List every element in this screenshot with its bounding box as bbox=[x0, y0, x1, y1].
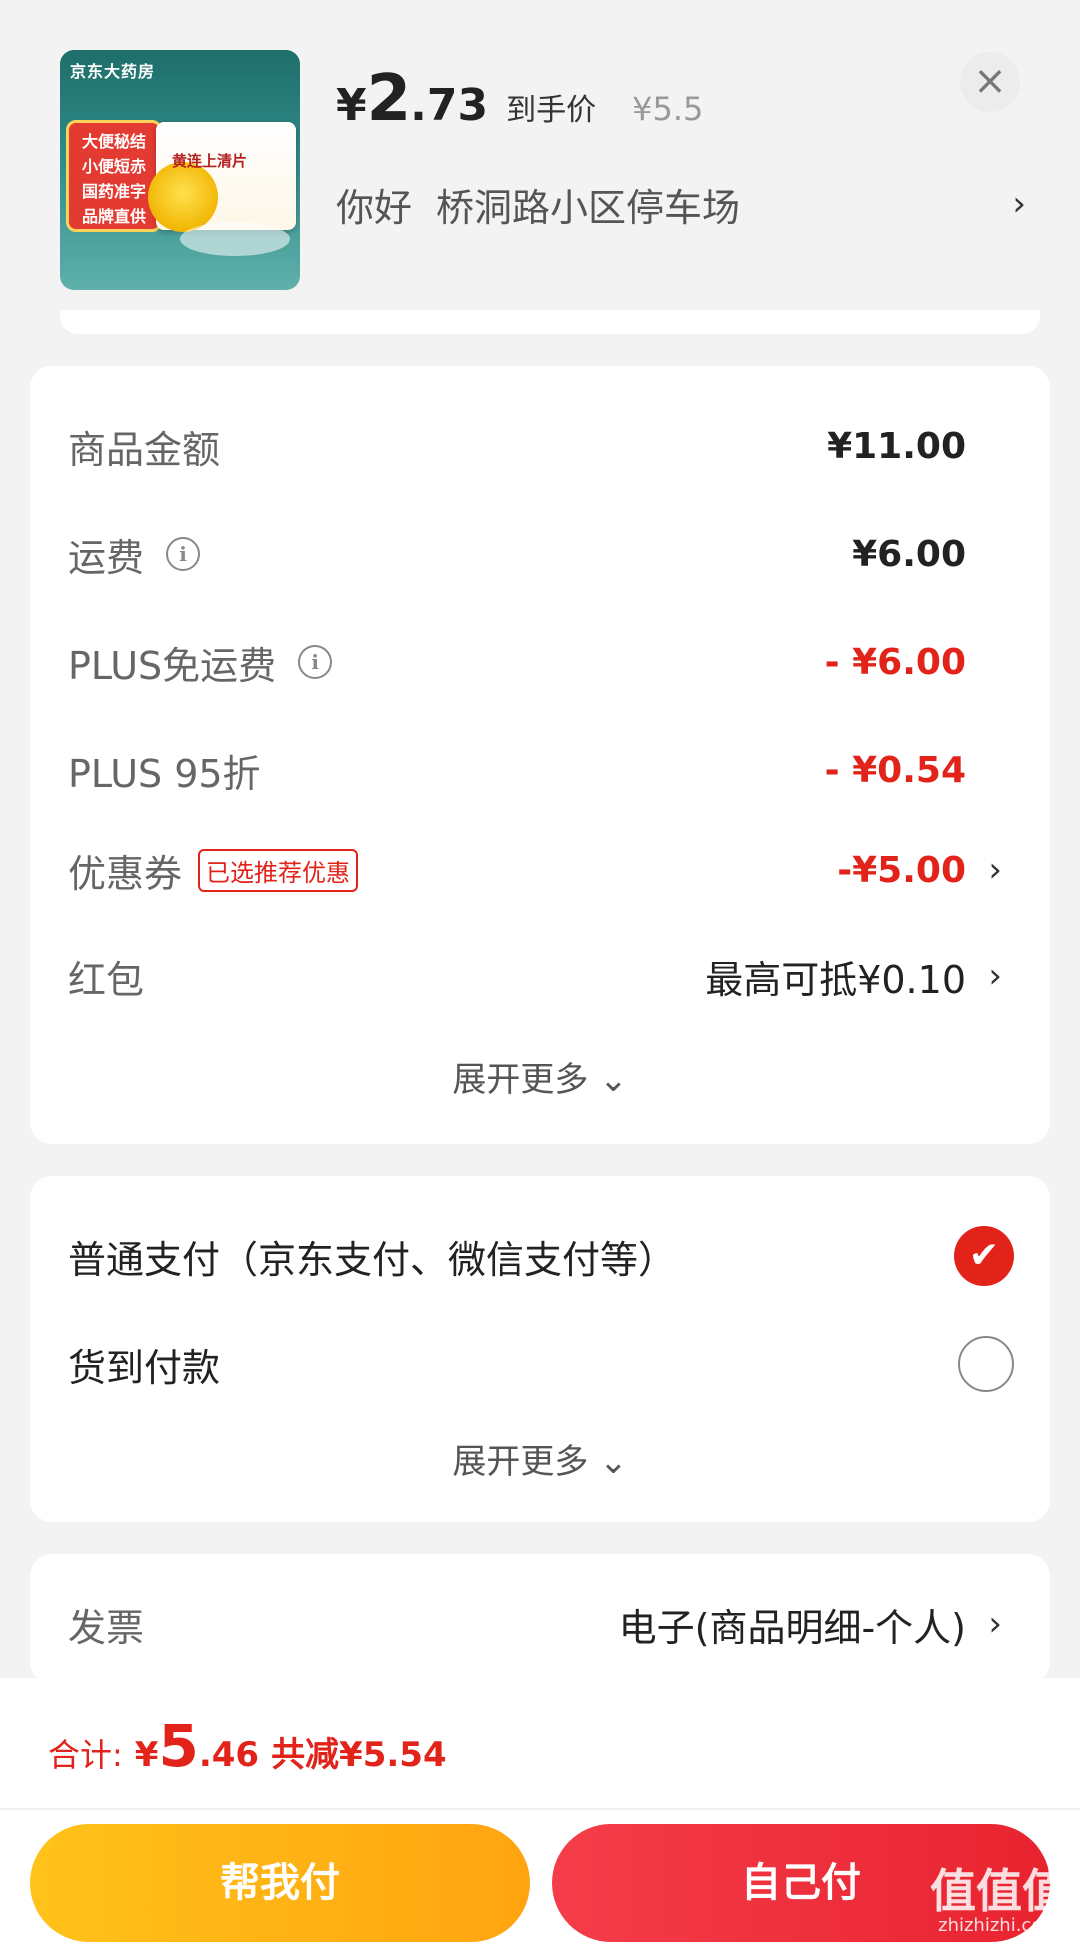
currency-symbol: ¥ bbox=[336, 80, 367, 131]
total-saved: 共减¥5.54 bbox=[271, 1735, 447, 1775]
info-icon[interactable]: i bbox=[166, 537, 201, 571]
badge-line: 国药准字 bbox=[81, 182, 146, 201]
payment-method-card: 普通支付（京东支付、微信支付等） ✔ 货到付款 展开更多 ⌄ bbox=[30, 1176, 1050, 1522]
row-value: -¥5.00 bbox=[837, 849, 966, 891]
total-currency: ¥ bbox=[134, 1735, 159, 1775]
product-badge: 大便秘结 小便短赤 国药准字 品牌直供 bbox=[66, 120, 162, 232]
product-decor bbox=[148, 162, 218, 232]
row-label: PLUS 95折 bbox=[68, 751, 261, 796]
invoice-row[interactable]: 发票 电子(商品明细-个人) › bbox=[68, 1594, 1050, 1654]
address-label: 你好 bbox=[336, 185, 413, 230]
row-value: ¥11.00 bbox=[827, 425, 966, 467]
row-value: ¥6.00 bbox=[852, 533, 966, 575]
payment-option-cod[interactable]: 货到付款 bbox=[68, 1332, 1050, 1396]
payment-option-label: 普通支付（京东支付、微信支付等） bbox=[68, 1237, 677, 1282]
badge-line: 小便短赤 bbox=[81, 157, 146, 176]
invoice-card[interactable]: 发票 电子(商品明细-个人) › bbox=[30, 1554, 1050, 1684]
chevron-right-icon: › bbox=[988, 1604, 1002, 1644]
total-label: 合计: bbox=[48, 1736, 123, 1774]
invoice-label: 发票 bbox=[68, 1605, 145, 1650]
chevron-right-icon: › bbox=[1012, 184, 1026, 224]
summary-row-goods: 商品金额 ¥11.00 bbox=[68, 416, 1050, 476]
row-label: PLUS免运费 bbox=[68, 643, 277, 688]
payment-option-normal[interactable]: 普通支付（京东支付、微信支付等） ✔ bbox=[68, 1224, 1050, 1288]
product-plate bbox=[180, 222, 290, 256]
row-value: - ¥0.54 bbox=[824, 749, 966, 791]
radio-checked-icon[interactable]: ✔ bbox=[954, 1226, 1014, 1286]
price-integer: 2 bbox=[366, 62, 412, 136]
expand-more-button[interactable]: 展开更多 ⌄ bbox=[30, 1434, 1050, 1483]
help-pay-button[interactable]: 帮我付 bbox=[30, 1824, 530, 1942]
address-selector[interactable]: 你好 桥洞路小区停车场 › bbox=[336, 176, 1026, 232]
row-label: 优惠券 bbox=[68, 851, 183, 896]
card-edge bbox=[60, 310, 1040, 334]
price-tag: 到手价 bbox=[506, 93, 597, 128]
coupon-badge: 已选推荐优惠 bbox=[198, 848, 359, 892]
info-icon[interactable]: i bbox=[298, 645, 333, 679]
invoice-value: 电子(商品明细-个人) bbox=[618, 1605, 966, 1650]
summary-row-plus-shipping: PLUS免运费 i - ¥6.00 bbox=[68, 632, 1050, 692]
row-label: 红包 bbox=[68, 957, 145, 1002]
product-box-name: 黄连上清片 bbox=[172, 152, 248, 170]
summary-row-shipping: 运费 i ¥6.00 bbox=[68, 524, 1050, 584]
row-label: 运费 bbox=[68, 535, 145, 580]
total-summary: 合计: ¥ 5 .46 共减¥5.54 bbox=[48, 1712, 447, 1782]
original-price: ¥5.5 bbox=[632, 90, 704, 128]
watermark-sub: zhizhizhi.com bbox=[938, 1915, 1060, 1936]
badge-line: 品牌直供 bbox=[81, 207, 146, 226]
summary-row-coupon[interactable]: 优惠券 已选推荐优惠 -¥5.00 › bbox=[68, 840, 1050, 900]
row-value: - ¥6.00 bbox=[824, 641, 966, 683]
order-summary-card: 商品金额 ¥11.00 运费 i ¥6.00 PLUS免运费 i - ¥6.00… bbox=[30, 366, 1050, 1144]
row-label: 商品金额 bbox=[68, 427, 221, 472]
close-icon: × bbox=[973, 58, 1007, 104]
payment-option-label: 货到付款 bbox=[68, 1345, 221, 1390]
price-decimal: .73 bbox=[410, 80, 489, 131]
summary-row-red-packet[interactable]: 红包 最高可抵¥0.10 › bbox=[68, 946, 1050, 1006]
divider bbox=[0, 1808, 1080, 1810]
summary-row-plus-discount: PLUS 95折 - ¥0.54 bbox=[68, 740, 1050, 800]
final-price: ¥ 2 .73 到手价 ¥5.5 bbox=[336, 62, 704, 136]
watermark-logo: 值值值 zhizhizhi.com bbox=[930, 1868, 1068, 1938]
address-value: 桥洞路小区停车场 bbox=[436, 185, 741, 230]
brand-label: 京东大药房 bbox=[70, 62, 156, 81]
chevron-right-icon: › bbox=[988, 850, 1002, 890]
close-button[interactable]: × bbox=[960, 52, 1020, 112]
product-thumbnail[interactable]: 京东大药房 大便秘结 小便短赤 国药准字 品牌直供 黄连上清片 bbox=[60, 50, 300, 290]
total-decimal: .46 bbox=[198, 1735, 260, 1775]
expand-more-button[interactable]: 展开更多 ⌄ bbox=[30, 1052, 1050, 1101]
badge-line: 大便秘结 bbox=[81, 132, 146, 151]
watermark-main: 值值值 bbox=[930, 1864, 1068, 1918]
row-value: 最高可抵¥0.10 bbox=[705, 957, 966, 1002]
chevron-right-icon: › bbox=[988, 956, 1002, 996]
total-integer: 5 bbox=[158, 1712, 199, 1780]
product-box-image: 黄连上清片 bbox=[148, 122, 296, 232]
radio-unchecked-icon[interactable] bbox=[958, 1336, 1014, 1392]
